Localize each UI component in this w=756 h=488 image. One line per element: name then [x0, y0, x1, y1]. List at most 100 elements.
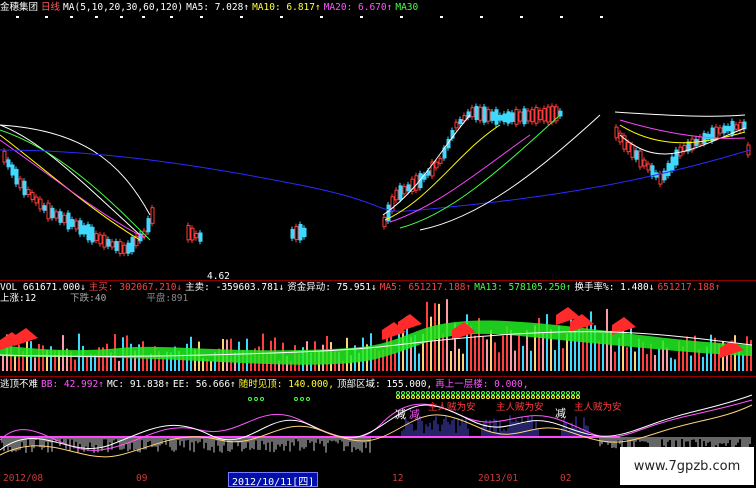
candle	[658, 173, 663, 185]
turnover-rate: 换手率%: 1.480↓	[574, 282, 655, 293]
candle	[14, 168, 19, 185]
signal-dot	[248, 397, 252, 401]
candle	[550, 105, 555, 123]
up-count: 上涨:12	[0, 293, 37, 304]
volume-bar	[702, 356, 704, 371]
candle	[30, 192, 35, 200]
header-dot	[142, 16, 145, 18]
candle	[194, 232, 199, 239]
candle	[186, 224, 191, 241]
volume-bar	[522, 345, 524, 371]
candle	[534, 107, 539, 124]
signal-dot	[300, 397, 304, 401]
mc-value: MC: 91.838↑	[106, 379, 170, 390]
candle	[438, 158, 443, 164]
signal-dot	[516, 391, 520, 395]
bb-line	[0, 399, 753, 451]
low-price-marker: 4.62	[207, 271, 230, 282]
volume-bar	[458, 348, 460, 371]
indicator-name[interactable]: 逃顶不难	[0, 379, 38, 390]
candle	[38, 198, 43, 210]
volume-bar	[614, 351, 616, 371]
chart-canvas[interactable]	[0, 0, 756, 487]
main-sell: 主卖: -359603.781↓	[185, 282, 285, 293]
volume-bar	[626, 347, 628, 371]
signal-dot	[551, 391, 555, 395]
volume-bar	[666, 347, 668, 371]
candle	[510, 112, 515, 122]
candle	[702, 132, 707, 145]
signal-dot	[406, 395, 410, 399]
volume-bar	[394, 351, 396, 371]
volume-bar	[742, 354, 744, 371]
volume-bar	[498, 352, 500, 371]
volume-bar	[418, 353, 420, 371]
flat-count: 平盘:891	[146, 293, 189, 304]
signal-dot	[501, 391, 505, 395]
candle	[26, 189, 31, 195]
signal-dot	[546, 395, 550, 399]
advance-decline: 上涨:12 下跌:40 平盘:891	[0, 293, 191, 305]
candle	[86, 224, 91, 241]
header-dot	[520, 16, 523, 18]
candle	[114, 241, 119, 251]
candle	[634, 150, 639, 160]
header-dot	[400, 16, 403, 18]
candle	[198, 232, 203, 242]
volume-bar	[14, 355, 16, 371]
candle	[98, 234, 103, 245]
candle	[470, 107, 475, 118]
volume-bar	[598, 340, 600, 371]
candle	[502, 113, 507, 123]
candle	[546, 106, 551, 123]
signal-dot	[491, 391, 495, 395]
candle	[626, 141, 631, 153]
signal-dot	[521, 391, 525, 395]
date-label: 2012/08	[3, 473, 44, 484]
candle	[726, 125, 731, 132]
volume-flag-red	[398, 314, 422, 332]
candle	[50, 207, 55, 219]
volume-bar	[442, 333, 444, 371]
bb-value: BB: 42.992↑	[41, 379, 104, 390]
candle	[130, 237, 135, 253]
volume-bar	[546, 314, 548, 371]
signal-dot	[294, 397, 298, 401]
signal-dot	[421, 395, 425, 399]
candle	[42, 205, 47, 211]
signal-dot	[576, 391, 580, 395]
signal-dot	[401, 391, 405, 395]
candle	[78, 220, 83, 235]
reduce-label: 减	[409, 408, 420, 421]
candle	[646, 163, 651, 171]
candle	[718, 127, 723, 134]
candle	[614, 126, 619, 139]
signal-dot	[431, 391, 435, 395]
ee-value: EE: 56.666↑	[172, 379, 236, 390]
volume-panel	[0, 299, 753, 371]
signal-dot	[446, 391, 450, 395]
selected-date[interactable]: 2012/10/11[四]	[228, 472, 319, 488]
candle	[474, 105, 479, 121]
volume-bar	[82, 345, 84, 371]
candle	[638, 150, 643, 168]
candle	[538, 110, 543, 121]
header-dot	[45, 16, 48, 18]
signal-dot	[421, 391, 425, 395]
candle	[290, 228, 295, 239]
header-dot	[170, 16, 173, 18]
candle	[670, 156, 675, 171]
main-buy: 主买: 302067.210↓	[88, 282, 183, 293]
volume-bar	[34, 357, 36, 371]
candle	[478, 106, 483, 121]
signal-dot	[541, 391, 545, 395]
date-label: 09	[136, 473, 148, 484]
signal-dot	[306, 397, 310, 401]
volume-bar	[514, 350, 516, 371]
date-label: 02	[560, 473, 572, 484]
signal-dot	[546, 391, 550, 395]
candle	[82, 225, 87, 235]
candle	[62, 214, 67, 224]
signal-dot	[571, 391, 575, 395]
candle	[494, 109, 499, 125]
